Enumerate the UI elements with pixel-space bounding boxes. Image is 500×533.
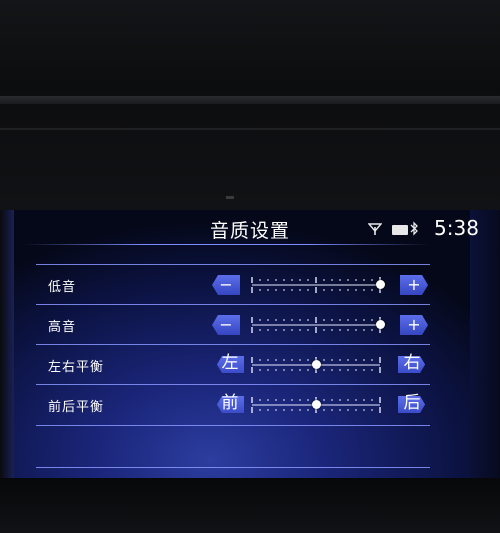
signal-icon [368,223,382,235]
row-divider [36,384,430,385]
slider-knob[interactable] [375,280,385,289]
fader-slider[interactable] [250,396,382,414]
row-divider [36,304,430,305]
setting-row-treble: 高音 − + [36,306,430,344]
setting-row-balance: 左右平衡 左 右 [36,346,430,384]
row-divider [36,467,430,468]
row-divider [36,264,430,265]
balance-label: 左右平衡 [48,360,105,375]
clock: 5:38 [434,216,479,240]
balance-slider[interactable] [250,356,382,374]
setting-row-bass: 低音 − + [36,266,430,304]
slider-knob[interactable] [311,400,321,409]
screen-bezel-left [0,210,14,478]
slider-knob[interactable] [311,360,321,369]
bass-label: 低音 [48,280,77,295]
balance-right-button[interactable]: 右 [398,353,426,373]
bass-increase-button[interactable]: + [400,275,428,295]
fader-front-button[interactable]: 前 [216,393,244,413]
screen-bezel-right [470,210,500,478]
bass-decrease-button[interactable]: − [212,275,240,295]
treble-decrease-button[interactable]: − [212,315,240,335]
row-divider [36,425,430,426]
page-title: 音质设置 [209,220,290,242]
setting-row-fader: 前后平衡 前 后 [36,386,430,424]
dashboard-bezel [0,0,500,210]
treble-increase-button[interactable]: + [400,315,428,335]
dashboard-trim-lower [0,128,500,130]
treble-slider[interactable] [250,316,385,334]
battery-icon [392,225,408,235]
fader-rear-button[interactable]: 后 [398,393,426,413]
fader-label: 前后平衡 [48,400,105,415]
bezel-indicator [226,196,234,199]
slider-knob[interactable] [375,320,385,329]
balance-left-button[interactable]: 左 [216,353,244,373]
title-divider [22,244,430,245]
dashboard-trim [0,96,500,104]
bluetooth-icon [410,221,418,236]
row-divider [36,344,430,345]
screen-bezel-bottom [0,478,500,533]
treble-label: 高音 [48,320,77,335]
bass-slider[interactable] [250,276,385,294]
